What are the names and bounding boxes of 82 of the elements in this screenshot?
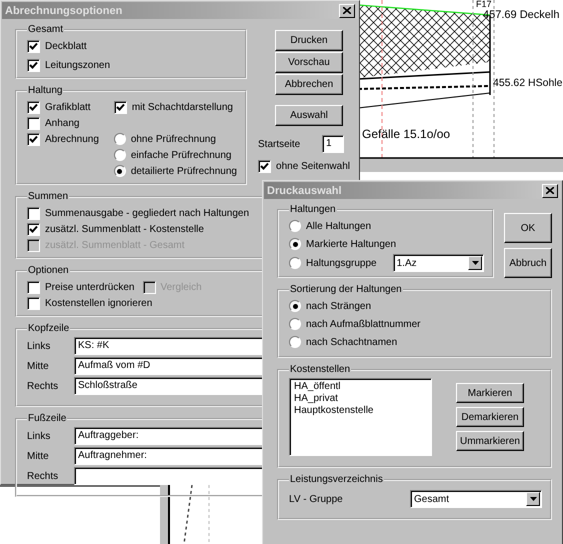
radio-button[interactable]: detailierte Prüfrechnung (114, 163, 237, 179)
checkbox[interactable]: Leitungszonen (27, 57, 237, 73)
close-button[interactable] (542, 184, 558, 198)
radio-icon[interactable] (114, 149, 126, 161)
push-button[interactable]: Auswahl (275, 105, 343, 126)
group-title: Haltung (27, 85, 64, 97)
group-title: Optionen (27, 265, 70, 277)
close-icon (546, 187, 554, 194)
radio-icon[interactable] (289, 300, 301, 312)
checkbox-icon[interactable] (27, 280, 40, 294)
radio-button[interactable]: ohne Prüfrechnung (114, 131, 237, 147)
push-button[interactable]: OK (504, 213, 552, 243)
radio-icon[interactable] (114, 133, 126, 145)
drawing-label: 457.69 Deckelh (483, 9, 560, 22)
window-title: Druckauswahl (267, 184, 342, 196)
dropdown[interactable]: 1.Az (392, 254, 484, 272)
checkbox-icon[interactable] (258, 160, 272, 172)
close-icon (343, 7, 351, 14)
radio-button[interactable]: nach Strängen (289, 298, 542, 314)
input-field[interactable]: 1 (322, 135, 344, 153)
radio-button[interactable]: nach Aufmaßblattnummer (289, 316, 542, 332)
checkbox[interactable]: mit Schachtdarstellung (114, 99, 237, 115)
checkbox-icon[interactable] (27, 222, 40, 236)
group-title: Haltungen (289, 204, 337, 216)
push-button[interactable]: Vorschau (275, 52, 343, 73)
caret-icon[interactable] (468, 256, 482, 270)
checkbox[interactable]: Grafikblatt (27, 99, 110, 115)
field-label: Mitte (27, 360, 50, 372)
group-title: Summen (27, 191, 70, 203)
group-title: Gesamt (27, 24, 64, 36)
field-label: Mitte (27, 450, 50, 462)
push-button[interactable]: Ummarkieren (456, 431, 524, 451)
checkbox-icon[interactable] (27, 132, 40, 146)
push-button[interactable]: Abbruch (504, 248, 552, 278)
checkbox-icon[interactable] (27, 100, 40, 114)
radio-icon[interactable] (289, 257, 301, 269)
checkbox-icon[interactable] (27, 296, 40, 310)
drawing-label: Gefälle 15.1o/oo (362, 128, 450, 141)
checkbox-icon[interactable] (27, 206, 40, 220)
field-label: Links (27, 430, 52, 442)
radio-button[interactable]: einfache Prüfrechnung (114, 147, 237, 163)
field-label: Startseite (258, 138, 300, 150)
group-title: Kopfzeile (27, 323, 70, 335)
push-button[interactable]: Demarkieren (456, 407, 524, 427)
checkbox[interactable]: Abrechnung (27, 131, 110, 147)
checkbox-icon[interactable] (27, 58, 40, 72)
field-label: Rechts (27, 470, 60, 482)
drawing-label: F17 (476, 0, 492, 9)
checkbox[interactable]: ohne Seitenwahl (258, 158, 350, 174)
group-title: Fußzeile (27, 413, 68, 425)
radio-button[interactable]: Markierte Haltungen (289, 236, 484, 252)
group-title: Leistungsverzeichnis (289, 474, 384, 486)
window-title: Abrechnungsoptionen (5, 4, 122, 16)
checkbox[interactable]: Preise unterdrücken (27, 279, 134, 295)
radio-icon[interactable] (289, 336, 301, 348)
checkbox[interactable]: Deckblatt (27, 38, 237, 54)
drawing-label: 455.62 HSohle (493, 77, 562, 90)
radio-icon[interactable] (289, 318, 301, 330)
checkbox-icon[interactable] (27, 40, 40, 52)
radio-button[interactable]: nach Schachtnamen (289, 334, 542, 350)
radio-button[interactable]: Haltungsgruppe (289, 255, 377, 271)
checkbox[interactable]: Anhang (27, 115, 110, 131)
radio-icon[interactable] (289, 220, 301, 232)
radio-icon[interactable] (114, 165, 126, 177)
push-button[interactable]: Drucken (275, 30, 343, 51)
list-item[interactable]: HA_öffentl (293, 381, 428, 393)
push-button[interactable]: Abbrechen (275, 74, 343, 95)
list-item[interactable]: HA_privat (293, 393, 428, 405)
checkbox-icon[interactable] (27, 116, 40, 130)
radio-icon[interactable] (289, 238, 301, 250)
close-button[interactable] (339, 4, 355, 18)
list-item[interactable]: Hauptkostenstelle (293, 405, 428, 417)
checkbox[interactable]: Kostenstellen ignorieren (27, 295, 152, 311)
checkbox-icon[interactable] (114, 100, 127, 114)
group-title: Kostenstellen (289, 364, 352, 376)
field-label: Rechts (27, 380, 60, 392)
caret-icon[interactable] (526, 492, 540, 506)
push-button[interactable]: Markieren (456, 383, 524, 403)
field-label: LV - Gruppe (289, 494, 343, 504)
field-label: Links (27, 340, 52, 352)
dropdown[interactable]: Gesamt (410, 490, 542, 508)
group-title: Sortierung der Haltungen (289, 284, 403, 296)
